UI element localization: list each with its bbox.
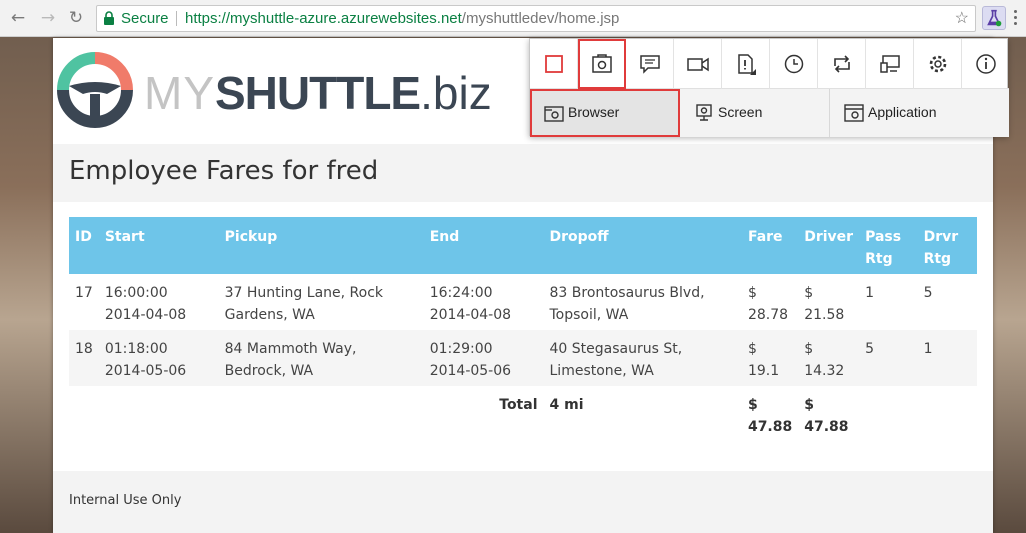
application-mode-label: Application [868, 104, 937, 120]
capture-toolbar-popup: Browser Screen Application [529, 38, 1009, 137]
cell-pass-rtg: 1 [859, 274, 918, 330]
brand-shuttle: SHUTTLE [215, 67, 421, 119]
screen-mode-button[interactable]: Screen [680, 89, 830, 137]
secure-label: Secure [121, 10, 169, 27]
bug-icon [738, 54, 756, 75]
repeat-icon [834, 55, 850, 73]
table-row: 17 16:00:00 2014-04-08 37 Hunting Lane, … [69, 274, 977, 330]
video-icon [687, 57, 709, 72]
header-drvr-rtg: Drvr Rtg [917, 217, 977, 274]
settings-button[interactable] [914, 39, 962, 89]
note-button[interactable] [626, 39, 674, 89]
fares-table: ID Start Pickup End Dropoff Fare Driver … [69, 217, 977, 442]
cell-empty [218, 386, 424, 442]
cell-start: 01:18:00 2014-05-06 [98, 330, 219, 386]
device-button[interactable] [866, 39, 914, 89]
brand-biz: .biz [420, 67, 492, 119]
cell-driver: $ 14.32 [798, 330, 860, 386]
screenshot-button[interactable] [578, 39, 626, 89]
stop-button[interactable] [530, 39, 578, 89]
cell-empty [98, 386, 219, 442]
header-dropoff: Dropoff [543, 217, 742, 274]
steering-wheel-logo-icon [57, 52, 133, 128]
tool-row [530, 39, 1009, 89]
url-text: https://myshuttle-azure.azurewebsites.ne… [185, 6, 619, 31]
table-header-row: ID Start Pickup End Dropoff Fare Driver … [69, 217, 977, 274]
header-pass-rtg: Pass Rtg [859, 217, 918, 274]
stop-icon [545, 55, 563, 73]
screen-capture-icon [696, 104, 712, 121]
cell-driver: $ 21.58 [798, 274, 860, 330]
brand-my: MY [144, 67, 215, 119]
browser-mode-button[interactable]: Browser [530, 89, 680, 137]
url-path: /myshuttledev/home.jsp [461, 10, 620, 27]
cell-pickup: 84 Mammoth Way, Bedrock, WA [218, 330, 424, 386]
page-footer: Internal Use Only [53, 471, 993, 533]
lock-icon [104, 11, 114, 25]
video-button[interactable] [674, 39, 722, 89]
total-distance: 4 mi [543, 386, 742, 442]
browser-toolbar: ← → ↻ Secure https://myshuttle-azure.azu… [0, 0, 1026, 37]
browser-mode-label: Browser [568, 104, 620, 120]
application-capture-icon [844, 104, 864, 122]
cell-pickup: 37 Hunting Lane, Rock Gardens, WA [218, 274, 424, 330]
info-button[interactable] [962, 39, 1010, 89]
total-label: Total [423, 386, 544, 442]
footer-text: Internal Use Only [69, 493, 182, 508]
gear-icon [929, 55, 947, 73]
device-icon [880, 55, 900, 73]
application-mode-button[interactable]: Application [830, 89, 1009, 137]
browser-capture-icon [544, 106, 564, 122]
screen-mode-label: Screen [718, 104, 763, 120]
header-fare: Fare [741, 217, 799, 274]
brand-wordmark: MYSHUTTLE.biz [144, 68, 492, 118]
cell-dropoff: 40 Stegasaurus St, Limestone, WA [543, 330, 742, 386]
cell-drvr-rtg: 1 [917, 330, 977, 386]
total-driver: $ 47.88 [798, 386, 860, 442]
bookmark-star-icon[interactable]: ☆ [955, 6, 969, 31]
cell-empty [859, 386, 918, 442]
url-host: https://myshuttle-azure.azurewebsites.ne… [185, 10, 462, 27]
page-title: Employee Fares for fred [69, 156, 379, 186]
cell-fare: $ 19.1 [741, 330, 799, 386]
header-end: End [423, 217, 544, 274]
test-extension-icon[interactable] [982, 6, 1006, 30]
cell-end: 01:29:00 2014-05-06 [423, 330, 544, 386]
address-bar[interactable]: Secure https://myshuttle-azure.azurewebs… [96, 5, 976, 32]
header-start: Start [98, 217, 219, 274]
screenshot-icon [592, 54, 612, 73]
header-id: ID [69, 217, 99, 274]
cell-empty [917, 386, 977, 442]
total-row: Total 4 mi $ 47.88 $ 47.88 [69, 386, 977, 442]
bug-button[interactable] [722, 39, 770, 89]
note-icon [640, 55, 660, 74]
capture-mode-row: Browser Screen Application [530, 89, 1009, 137]
header-driver: Driver [798, 217, 860, 274]
flask-icon [987, 9, 1002, 27]
back-icon[interactable]: ← [8, 8, 28, 28]
forward-icon[interactable]: → [38, 8, 58, 28]
cell-id: 17 [69, 274, 99, 330]
repeat-button[interactable] [818, 39, 866, 89]
cell-empty [69, 386, 99, 442]
total-fare: $ 47.88 [741, 386, 799, 442]
clock-icon [784, 54, 804, 74]
cell-start: 16:00:00 2014-04-08 [98, 274, 219, 330]
timer-button[interactable] [770, 39, 818, 89]
cell-pass-rtg: 5 [859, 330, 918, 386]
title-band: Employee Fares for fred [53, 144, 993, 202]
cell-end: 16:24:00 2014-04-08 [423, 274, 544, 330]
reload-icon[interactable]: ↻ [66, 8, 86, 28]
table-row: 18 01:18:00 2014-05-06 84 Mammoth Way, B… [69, 330, 977, 386]
header-pickup: Pickup [218, 217, 424, 274]
info-icon [976, 54, 996, 74]
omnibox-separator [176, 11, 177, 26]
cell-id: 18 [69, 330, 99, 386]
browser-menu-icon[interactable] [1014, 10, 1018, 28]
cell-fare: $ 28.78 [741, 274, 799, 330]
cell-drvr-rtg: 5 [917, 274, 977, 330]
cell-dropoff: 83 Brontosaurus Blvd, Topsoil, WA [543, 274, 742, 330]
